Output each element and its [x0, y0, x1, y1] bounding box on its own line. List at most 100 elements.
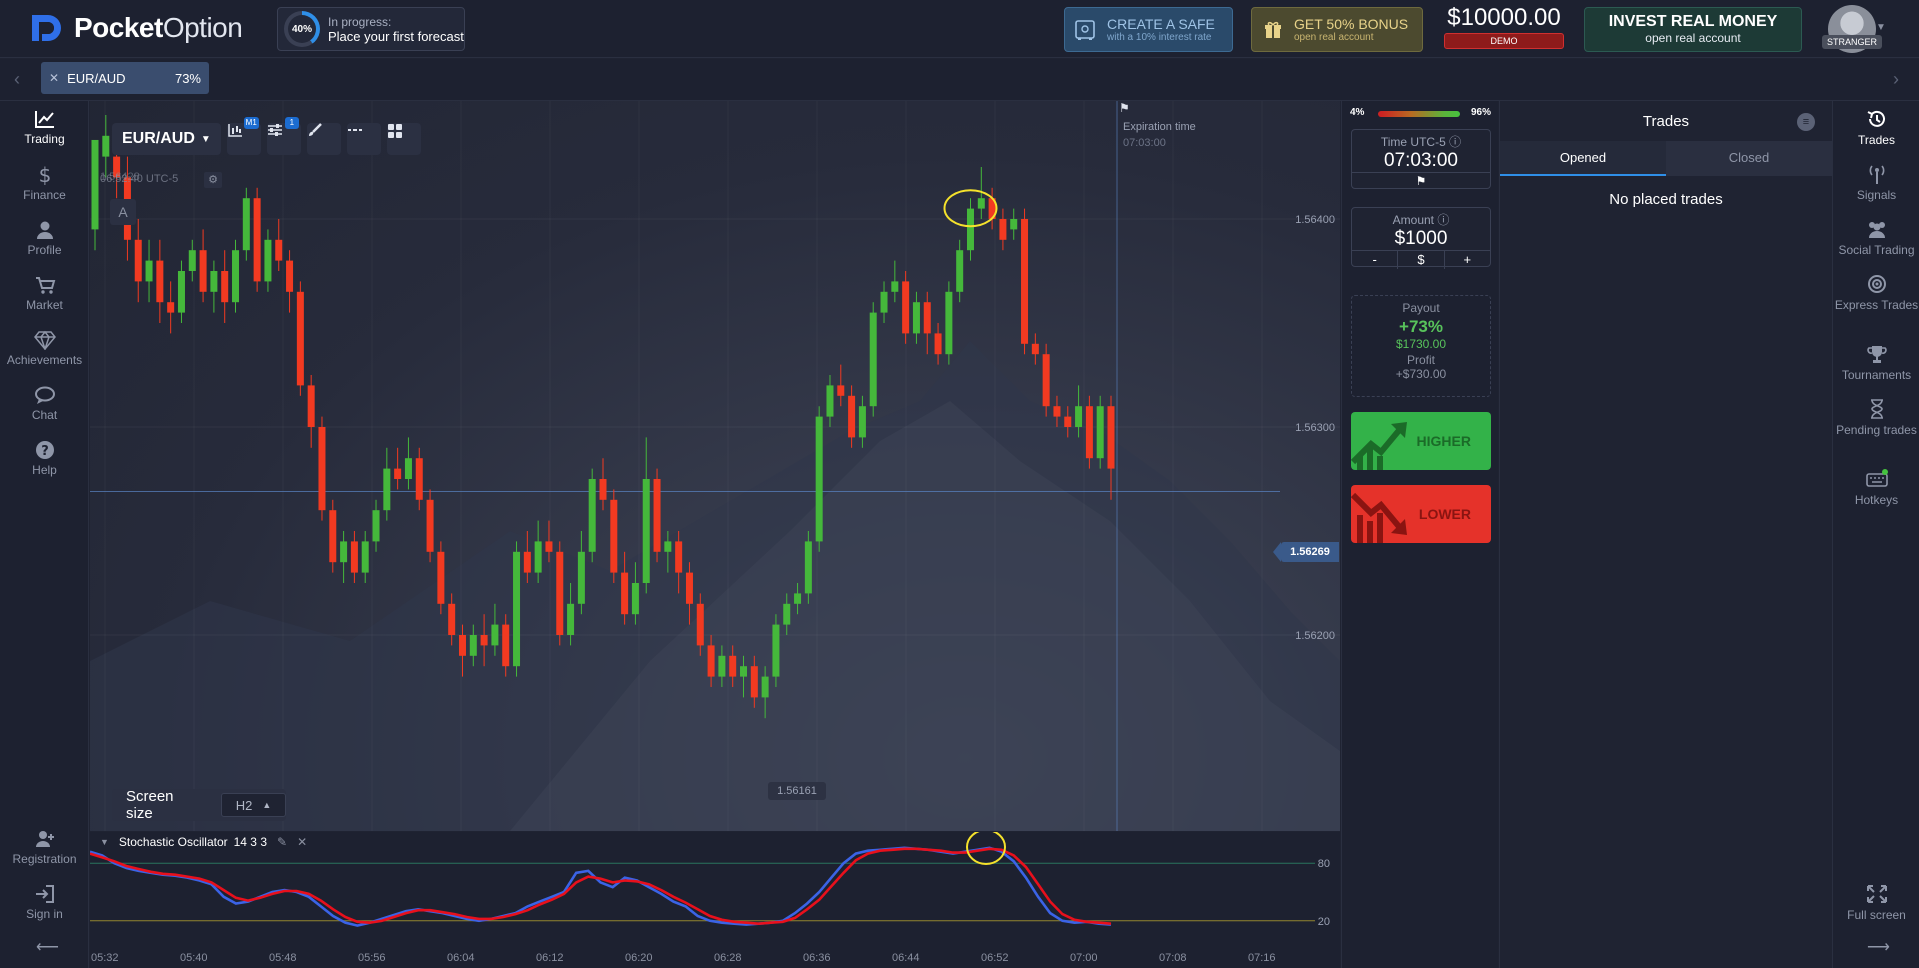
candle-body	[653, 479, 661, 552]
tab-closed[interactable]: Closed	[1666, 141, 1832, 176]
stochastic-d-line	[89, 847, 1112, 926]
svg-text:$: $	[38, 165, 51, 185]
candle-body	[556, 551, 564, 635]
candle-body	[199, 250, 207, 292]
asset-tab-strip: ‹ ✕ EUR/AUD 73% ›	[0, 59, 1919, 101]
candle-body	[729, 655, 737, 677]
create-safe-button[interactable]: CREATE A SAFE with a 10% interest rate	[1064, 7, 1233, 52]
candle-body	[361, 541, 369, 573]
asset-tab-eur-aud[interactable]: ✕ EUR/AUD 73%	[41, 62, 209, 94]
x-tick-label: 07:00	[1070, 952, 1098, 964]
rightbar-item-pending-trades[interactable]: Pending trades	[1833, 399, 1919, 437]
y-tick-label: 1.56300	[1295, 422, 1335, 434]
candle-body	[145, 260, 153, 282]
x-tick-label: 05:40	[180, 952, 208, 964]
tab-opened[interactable]: Opened	[1500, 141, 1666, 176]
layout-button[interactable]	[386, 123, 421, 155]
lower-button[interactable]: LOWER	[1351, 485, 1491, 543]
chat-icon	[34, 386, 55, 404]
sidebar-item-chat[interactable]: Chat	[0, 385, 89, 422]
payout-usd: $1730.00	[1395, 337, 1447, 351]
rightbar-item-signals[interactable]: Signals	[1833, 164, 1919, 202]
signal-icon	[1869, 165, 1884, 184]
rightbar-item-tournaments[interactable]: Tournaments	[1833, 344, 1919, 382]
account-balance[interactable]: $10000.00 DEMO	[1443, 4, 1565, 49]
line-style-button[interactable]	[346, 123, 381, 155]
candle-body	[956, 250, 964, 292]
rightbar-item-trades[interactable]: Trades	[1833, 109, 1919, 147]
x-tick-label: 05:56	[358, 952, 386, 964]
rightbar-item-social-trading[interactable]: Social Trading	[1833, 219, 1919, 257]
currency-toggle-button[interactable]: $	[1398, 251, 1445, 269]
pencil-icon[interactable]: ✎	[277, 835, 287, 849]
chevron-left-icon[interactable]: ‹	[14, 69, 20, 90]
clock-time: 06:52:40 UTC-5	[100, 173, 179, 185]
candle-body	[329, 510, 337, 563]
brand-logo[interactable]: PocketOption	[28, 12, 243, 44]
asset-selector[interactable]: EUR/AUD ▼	[112, 123, 221, 155]
oscillator-pane[interactable]: 80 20 ▼ Stochastic Oscillator 14 3 3 ✎ ✕	[89, 829, 1340, 950]
right-sidebar: Trades Signals Social Trading Express Tr…	[1832, 101, 1919, 968]
empty-trades-message: No placed trades	[1609, 191, 1723, 208]
indicators-button[interactable]: 1	[266, 117, 301, 155]
chevron-down-icon[interactable]: ▼	[1876, 22, 1886, 33]
x-tick-label: 05:48	[269, 952, 297, 964]
user-plus-icon	[35, 831, 54, 847]
drawing-button[interactable]	[306, 123, 341, 155]
higher-button[interactable]: HIGHER	[1351, 412, 1491, 470]
sidebar-item-profile[interactable]: Profile	[0, 220, 89, 257]
collapse-arrow-icon[interactable]: ⟵	[36, 937, 59, 957]
amount-plus-button[interactable]: +	[1445, 251, 1490, 269]
expand-arrow-icon[interactable]: ⟶	[1867, 937, 1890, 957]
amount-field[interactable]: Amount ⓘ $1000 - $ +	[1351, 207, 1491, 269]
fullscreen-icon	[1866, 885, 1887, 903]
screen-size-control: Screen size H2 ▲	[112, 788, 286, 822]
list-icon[interactable]: ≡	[1797, 113, 1815, 131]
time-field[interactable]: Time UTC-5 ⓘ 07:03:00 ⚑	[1351, 129, 1491, 189]
x-tick-label: 06:20	[625, 952, 653, 964]
safe-subtitle: with a 10% interest rate	[1107, 32, 1212, 43]
amount-minus-button[interactable]: -	[1352, 251, 1399, 269]
sidebar-item-finance[interactable]: $ Finance	[0, 165, 89, 202]
sidebar-item-help[interactable]: ? Help	[0, 440, 89, 477]
cart-icon	[35, 277, 55, 294]
help-icon[interactable]: ⓘ	[1437, 213, 1449, 227]
invest-real-money-button[interactable]: INVEST REAL MONEY open real account	[1584, 7, 1802, 52]
rightbar-item-express-trades[interactable]: Express Trades	[1833, 274, 1919, 312]
oscillator-name: Stochastic Oscillator	[118, 835, 228, 849]
collapse-caret-icon[interactable]: ▼	[100, 837, 109, 847]
checkered-flag-icon[interactable]: ⚑	[1352, 172, 1490, 190]
gear-icon[interactable]: ⚙	[204, 172, 222, 188]
help-icon[interactable]: ⓘ	[1449, 135, 1461, 149]
auto-scale-button[interactable]: A	[110, 199, 136, 225]
sidebar-item-registration[interactable]: Registration	[0, 829, 89, 866]
arrow-down-icon	[1351, 492, 1407, 543]
candle-body	[394, 468, 402, 479]
sidebar-item-trading[interactable]: Trading	[0, 109, 89, 146]
rightbar-item-hotkeys[interactable]: Hotkeys	[1833, 469, 1919, 507]
chart-type-button[interactable]: M1	[226, 117, 261, 155]
user-label: STRANGER	[1822, 35, 1882, 49]
rightbar-item-full-screen[interactable]: Full screen	[1833, 884, 1919, 922]
chart-clock: 1.56428 06:52:40 UTC-5	[100, 171, 179, 185]
sidebar-item-market[interactable]: Market	[0, 275, 89, 312]
candle-body	[848, 395, 856, 438]
price-chart[interactable]: 1.56400 1.56300 1.56200 EUR/AUD ▼ M1 1 1.56…	[90, 101, 1340, 831]
bonus-button[interactable]: GET 50% BONUS open real account	[1251, 7, 1423, 52]
sidebar-item-achievements[interactable]: Achievements	[0, 330, 89, 367]
sidebar-item-sign-in[interactable]: Sign in	[0, 884, 89, 921]
oscillator-level-label: 80	[1318, 858, 1330, 870]
onboarding-progress[interactable]: 40% In progress: Place your first foreca…	[277, 7, 465, 51]
chevron-right-icon[interactable]: ›	[1893, 69, 1899, 90]
hourglass-icon	[1870, 399, 1883, 419]
close-icon[interactable]: ✕	[49, 71, 59, 85]
help-icon: ?	[35, 441, 54, 459]
candle-body	[545, 541, 553, 552]
left-sidebar: Trading $ Finance Profile Market Achieve…	[0, 101, 89, 968]
candle-body	[869, 312, 877, 407]
x-tick-label: 06:52	[981, 952, 1009, 964]
close-icon[interactable]: ✕	[297, 835, 307, 849]
sidebar-label: Registration	[12, 852, 77, 866]
asset-selector-label: EUR/AUD	[122, 130, 195, 147]
screen-size-select[interactable]: H2 ▲	[221, 793, 286, 817]
